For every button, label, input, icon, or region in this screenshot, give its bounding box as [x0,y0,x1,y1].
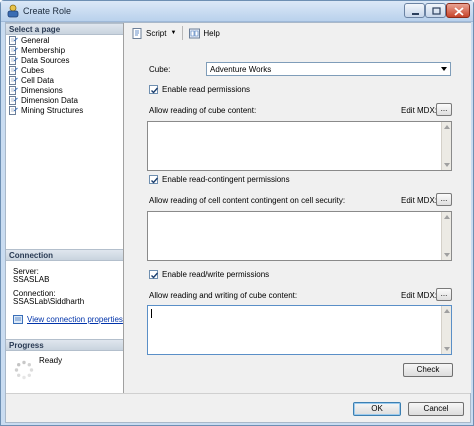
read-contingent-permissions-label: Enable read-contingent permissions [162,175,290,184]
title-bar[interactable]: Create Role [1,1,473,22]
read-mdx-scrollbar[interactable] [441,122,451,170]
connection-header: Connection [6,249,123,261]
connection-value: SSASLab\Siddharth [13,297,85,306]
edit-mdx-button-readwrite[interactable]: ... [436,288,452,301]
page-item-label: Dimensions [21,85,63,95]
edit-mdx-label-readwrite: Edit MDX: [401,291,438,300]
help-icon [189,28,201,38]
progress-status: Ready [39,356,63,365]
progress-header: Progress [6,339,123,351]
left-pane: Select a page General Membership Data So… [6,23,124,393]
server-value: SSASLAB [13,275,50,284]
read-checkbox-box[interactable] [149,85,159,94]
scroll-down-icon[interactable] [444,253,450,257]
page-icon [9,105,18,115]
page-item-data-sources[interactable]: Data Sources [9,55,69,65]
page-item-label: Data Sources [21,55,70,65]
contingent-mdx-scrollbar[interactable] [441,212,451,260]
scroll-down-icon[interactable] [444,163,450,167]
page-icon [9,65,18,75]
read-mdx-textarea[interactable] [147,121,452,171]
page-icon [9,45,18,55]
page-item-label: Cell Data [21,75,54,85]
scroll-up-icon[interactable] [444,215,450,219]
edit-mdx-button-read[interactable]: ... [436,103,452,116]
scroll-up-icon[interactable] [444,309,450,313]
view-connection-properties-link[interactable]: View connection properties [13,315,123,324]
chevron-down-icon [441,67,447,71]
close-button[interactable] [446,3,470,18]
help-label: Help [203,28,220,38]
page-item-membership[interactable]: Membership [9,45,65,55]
right-pane: Script ▼ Help Cube: Adventure Works Enab… [125,23,471,393]
edit-mdx-label-read: Edit MDX: [401,106,438,115]
page-item-label: Mining Structures [21,105,84,115]
read-write-permissions-checkbox[interactable]: Enable read/write permissions [149,270,269,279]
checkmark-icon [151,272,159,279]
readwrite-area-label: Allow reading and writing of cube conten… [149,291,298,300]
text-caret [151,309,152,318]
script-button[interactable]: Script ▼ [129,25,179,41]
page-item-general[interactable]: General [9,35,49,45]
toolbar: Script ▼ Help [125,23,471,43]
page-icon [9,95,18,105]
toolbar-separator [182,26,184,40]
page-icon [9,35,18,45]
page-icon [9,55,18,65]
check-button[interactable]: Check [403,363,453,377]
page-icon [9,75,18,85]
page-item-mining-structures[interactable]: Mining Structures [9,105,83,115]
select-page-header: Select a page [6,23,123,35]
dialog-footer: OK Cancel [6,393,470,422]
edit-mdx-label-contingent: Edit MDX: [401,196,438,205]
maximize-icon [432,7,441,15]
view-connection-properties-text: View connection properties [27,315,123,324]
create-role-window: Create Role Select a page General Member… [0,0,474,426]
read-contingent-permissions-checkbox[interactable]: Enable read-contingent permissions [149,175,290,184]
readwrite-checkbox-box[interactable] [149,270,159,279]
page-item-cell-data[interactable]: Cell Data [9,75,54,85]
maximize-button[interactable] [425,3,446,18]
progress-spinner-icon [14,360,34,380]
script-icon [132,27,142,39]
minimize-icon [412,13,419,15]
checkmark-icon [151,87,159,94]
ok-button[interactable]: OK [353,402,401,416]
page-item-label: General [21,35,50,45]
page-item-label: Dimension Data [21,95,78,105]
checkmark-icon [151,177,159,184]
page-item-dimension-data[interactable]: Dimension Data [9,95,78,105]
script-dropdown-arrow-icon[interactable]: ▼ [170,30,176,36]
contingent-area-label: Allow reading of cell content contingent… [149,196,346,205]
script-label: Script [146,28,167,38]
readwrite-mdx-scrollbar[interactable] [441,306,451,354]
page-item-label: Cubes [21,65,45,75]
read-area-label: Allow reading of cube content: [149,106,257,115]
page-icon [9,85,18,95]
read-write-permissions-label: Enable read/write permissions [162,270,270,279]
page-item-cubes[interactable]: Cubes [9,65,44,75]
edit-mdx-button-contingent[interactable]: ... [436,193,452,206]
scroll-down-icon[interactable] [444,347,450,351]
dialog-client-area: Select a page General Membership Data So… [5,22,471,423]
page-item-label: Membership [21,45,66,55]
cube-label: Cube: [149,65,171,74]
page-item-dimensions[interactable]: Dimensions [9,85,63,95]
help-button[interactable]: Help [186,25,222,41]
cancel-button[interactable]: Cancel [408,402,464,416]
close-icon [454,7,464,16]
minimize-button[interactable] [404,3,425,18]
connection-properties-icon [13,315,23,324]
read-permissions-checkbox[interactable]: Enable read permissions [149,85,250,94]
cube-select[interactable]: Adventure Works [206,62,451,76]
contingent-checkbox-box[interactable] [149,175,159,184]
window-title: Create Role [23,6,72,16]
scroll-up-icon[interactable] [444,125,450,129]
readwrite-mdx-textarea[interactable] [147,305,452,355]
role-app-icon [7,4,19,18]
read-permissions-label: Enable read permissions [162,85,251,94]
contingent-mdx-textarea[interactable] [147,211,452,261]
cube-select-value: Adventure Works [210,65,272,74]
